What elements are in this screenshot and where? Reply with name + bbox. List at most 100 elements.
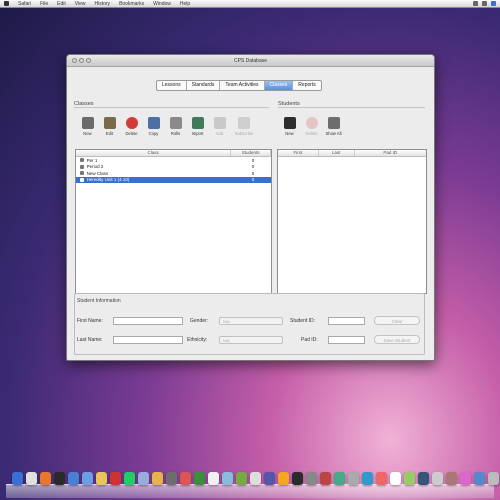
dock-app-icon[interactable] [40,472,51,485]
window-titlebar[interactable]: CPS Database [67,55,434,67]
edit-class-button[interactable]: Edit [100,117,119,136]
menu-view[interactable]: View [75,1,86,7]
dock-app-icon[interactable] [208,472,219,485]
clear-button[interactable]: Clear [374,316,420,325]
tab-standards[interactable]: Standards [187,81,221,90]
classes-divider [74,107,269,108]
pad-id-field[interactable] [328,336,365,344]
menu-file[interactable]: File [40,1,48,7]
volume-icon[interactable] [482,1,487,6]
class-icon [80,177,84,182]
add-icon [213,117,226,129]
show-all-button[interactable]: Show All [324,117,343,136]
dock-app-icon[interactable] [68,472,79,485]
tab-team-activities[interactable]: Team Activities [220,81,265,90]
dock-app-icon[interactable] [418,472,429,485]
dock-app-icon[interactable] [54,472,65,485]
close-icon[interactable] [72,58,77,63]
table-row-selected[interactable]: Heredity Unit 1 (4.10) 0 [76,176,271,183]
dock-app-icon[interactable] [446,472,457,485]
menu-edit[interactable]: Edit [57,1,66,7]
class-icon [80,171,84,176]
dock-app-icon[interactable] [264,472,275,485]
copy-class-button[interactable]: Copy [144,117,163,136]
dock-app-icon[interactable] [180,472,191,485]
delete-student-button[interactable]: Delete [302,117,321,136]
menu-bookmarks[interactable]: Bookmarks [119,1,144,7]
tab-classes[interactable]: Classes [264,81,294,90]
column-last[interactable]: Last [319,150,355,156]
class-icon [80,158,84,163]
dock-app-icon[interactable] [404,472,415,485]
column-pad-id[interactable]: Pad ID [355,150,427,156]
dock-app-icon[interactable] [432,472,443,485]
dock-app-icon[interactable] [138,472,149,485]
delete-icon [125,117,138,129]
dock-app-icon[interactable] [12,472,23,485]
menu-safari[interactable]: Safari [18,1,31,7]
wifi-icon[interactable] [473,1,478,6]
spotlight-icon[interactable] [491,1,496,6]
dock-icons [12,472,500,485]
gender-select[interactable]: N/A [219,317,283,325]
save-student-button[interactable]: Save Student [374,335,420,344]
column-class[interactable]: Class [76,150,232,156]
dock-app-icon[interactable] [390,472,401,485]
menu-window[interactable]: Window [153,1,171,7]
new-student-button[interactable]: New [280,117,299,136]
classes-table[interactable]: Class Students Per 10 Period 20 New Clas… [75,149,272,294]
dock-app-icon[interactable] [320,472,331,485]
subscribe-icon [238,117,250,129]
dock-app-icon[interactable] [236,472,247,485]
dock-app-icon[interactable] [460,472,471,485]
dock-app-icon[interactable] [306,472,317,485]
tab-bar: Lessons Standards Team Activities Classe… [156,80,322,91]
new-class-button[interactable]: New [78,117,97,136]
window-title: CPS Database [233,57,268,64]
dock-app-icon[interactable] [26,472,37,485]
dock-app-icon[interactable] [96,472,107,485]
dock-app-icon[interactable] [152,472,163,485]
menu-history[interactable]: History [95,1,111,7]
menu-help[interactable]: Help [180,1,190,7]
students-divider [278,107,425,108]
minimize-icon[interactable] [79,58,84,63]
dock-app-icon[interactable] [362,472,373,485]
column-first[interactable]: First [278,150,319,156]
last-name-field[interactable] [113,336,183,344]
dock-app-icon[interactable] [166,472,177,485]
column-students[interactable]: Students [231,150,271,156]
add-button[interactable]: Add [210,117,229,136]
dock-app-icon[interactable] [376,472,387,485]
dock-app-icon[interactable] [278,472,289,485]
student-id-field[interactable] [328,317,365,325]
tab-lessons[interactable]: Lessons [157,81,187,90]
delete-class-button[interactable]: Delete [122,117,141,136]
students-table-header: First Last Pad ID [278,150,426,157]
dock [0,470,500,500]
zoom-icon[interactable] [86,58,91,63]
dock-app-icon[interactable] [194,472,205,485]
classes-table-header: Class Students [76,150,271,157]
dock-app-icon[interactable] [124,472,135,485]
dock-app-icon[interactable] [488,472,499,485]
subscribe-button[interactable]: Subscribe [232,117,256,136]
dock-app-icon[interactable] [222,472,233,485]
first-name-field[interactable] [113,317,183,325]
rolls-button[interactable]: Rolls [166,117,185,136]
dock-app-icon[interactable] [334,472,345,485]
students-table[interactable]: First Last Pad ID [277,149,427,294]
dock-app-icon[interactable] [110,472,121,485]
new-class-icon [81,117,94,129]
ethnicity-select[interactable]: N/A [219,336,283,344]
apple-icon[interactable] [4,1,9,6]
tab-reports[interactable]: Reports [293,81,321,90]
new-student-icon [283,117,296,129]
edit-icon [103,117,116,129]
dock-app-icon[interactable] [82,472,93,485]
import-button[interactable]: Import [188,117,207,136]
dock-app-icon[interactable] [474,472,485,485]
dock-app-icon[interactable] [348,472,359,485]
dock-app-icon[interactable] [250,472,261,485]
dock-app-icon[interactable] [292,472,303,485]
